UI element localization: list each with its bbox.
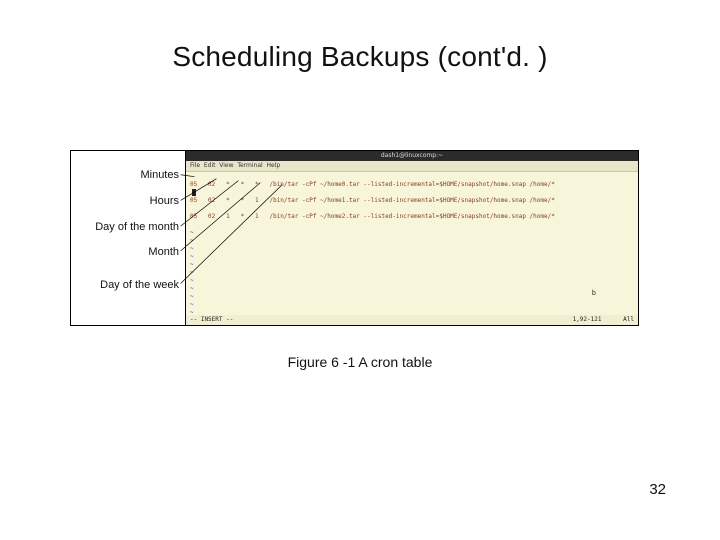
status-position: 1,92-121 xyxy=(573,316,602,323)
terminal-b-marker: b xyxy=(592,289,596,297)
vim-tilde: ~ xyxy=(190,269,194,276)
label-day-of-week: Day of the week xyxy=(100,279,179,291)
cron-line: 05 02 1 * 1 /bin/tar -cPf ~/home2.tar --… xyxy=(190,213,634,221)
label-day-of-month: Day of the month xyxy=(95,221,179,233)
vim-tilde: ~ xyxy=(190,285,194,292)
terminal-window-title: dash1@linuxcomp:~ xyxy=(186,151,638,161)
vim-tilde: ~ xyxy=(190,237,194,244)
vim-tilde: ~ xyxy=(190,245,194,252)
status-all: All xyxy=(623,316,634,323)
cron-field-labels: Minutes Hours Day of the month Month Day… xyxy=(71,151,185,325)
vim-tilde: ~ xyxy=(190,253,194,260)
cron-line: 05 02 * * * /bin/tar -cPf ~/home0.tar --… xyxy=(190,181,634,189)
vim-tilde: ~ xyxy=(190,261,194,268)
vim-tilde: ~ xyxy=(190,277,194,284)
slide-title: Scheduling Backups (cont'd. ) xyxy=(0,41,720,73)
terminal-screenshot: dash1@linuxcomp:~ File Edit View Termina… xyxy=(185,151,638,325)
vim-tilde: ~ xyxy=(190,293,194,300)
cron-line: 05 02 * * 1 /bin/tar -cPf ~/home1.tar --… xyxy=(190,197,634,205)
label-hours: Hours xyxy=(150,195,179,207)
figure-cron-table: Minutes Hours Day of the month Month Day… xyxy=(70,150,639,326)
page-number: 32 xyxy=(649,481,666,498)
vim-tilde: ~ xyxy=(190,229,194,236)
figure-caption: Figure 6 -1 A cron table xyxy=(0,354,720,370)
cursor-icon xyxy=(192,189,196,196)
label-minutes: Minutes xyxy=(140,169,179,181)
vim-tilde: ~ xyxy=(190,301,194,308)
terminal-status-bar: -- INSERT -- 1,92-121 All xyxy=(186,315,638,325)
label-month: Month xyxy=(148,246,179,258)
terminal-body: 05 02 * * * /bin/tar -cPf ~/home0.tar --… xyxy=(186,171,638,315)
status-mode: -- INSERT -- xyxy=(190,315,233,325)
